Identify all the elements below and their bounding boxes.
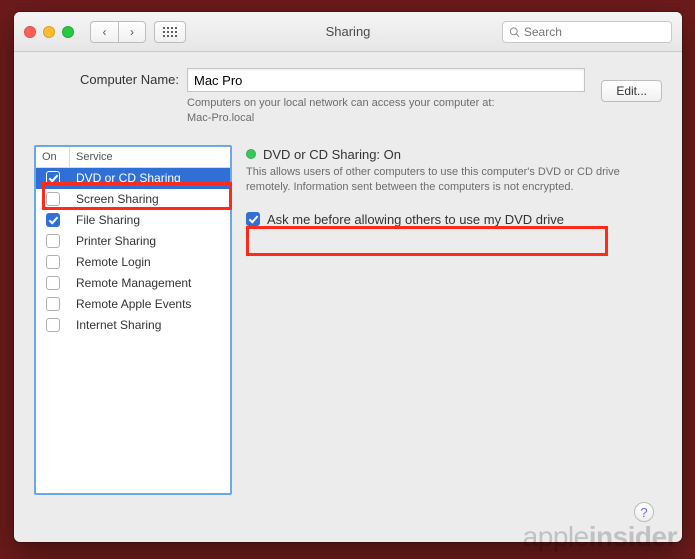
ask-before-checkbox[interactable] (246, 212, 260, 226)
status-text: DVD or CD Sharing: On (263, 147, 401, 162)
content-split: On Service DVD or CD Sharing Screen Shari… (34, 145, 662, 528)
minimize-icon[interactable] (43, 26, 55, 38)
service-row[interactable]: Printer Sharing (36, 231, 230, 252)
service-checkbox[interactable] (46, 192, 60, 206)
ask-before-label: Ask me before allowing others to use my … (267, 212, 564, 227)
service-row[interactable]: Screen Sharing (36, 189, 230, 210)
zoom-icon[interactable] (62, 26, 74, 38)
service-checkbox[interactable] (46, 318, 60, 332)
services-header: On Service (36, 147, 230, 168)
show-all-button[interactable] (154, 21, 186, 43)
grid-icon (163, 27, 177, 37)
computer-name-input[interactable] (187, 68, 585, 92)
search-icon (509, 26, 520, 38)
service-label: Screen Sharing (70, 192, 230, 206)
chevron-left-icon: ‹ (103, 25, 107, 39)
column-header-on[interactable]: On (36, 147, 70, 167)
service-checkbox[interactable] (46, 171, 60, 185)
service-label: Remote Login (70, 255, 230, 269)
service-label: Remote Apple Events (70, 297, 230, 311)
service-label: DVD or CD Sharing (70, 171, 230, 185)
service-checkbox[interactable] (46, 213, 60, 227)
service-row[interactable]: Remote Management (36, 273, 230, 294)
sharing-preferences-window: ‹ › Sharing Computer Name: Computers on … (14, 12, 682, 542)
computer-name-label: Computer Name: (34, 68, 179, 87)
chevron-right-icon: › (130, 25, 134, 39)
column-header-service[interactable]: Service (70, 147, 230, 167)
computer-name-row: Computer Name: Computers on your local n… (34, 68, 662, 127)
service-row[interactable]: Internet Sharing (36, 315, 230, 336)
edit-hostname-button[interactable]: Edit... (601, 80, 662, 102)
service-detail: DVD or CD Sharing: On This allows users … (246, 145, 662, 528)
window-body: Computer Name: Computers on your local n… (14, 52, 682, 542)
service-checkbox[interactable] (46, 255, 60, 269)
search-field[interactable] (502, 21, 672, 43)
service-label: Printer Sharing (70, 234, 230, 248)
service-description: This allows users of other computers to … (246, 165, 662, 196)
forward-button[interactable]: › (118, 21, 146, 43)
back-button[interactable]: ‹ (90, 21, 118, 43)
service-label: Internet Sharing (70, 318, 230, 332)
services-list[interactable]: On Service DVD or CD Sharing Screen Shari… (34, 145, 232, 495)
status-line: DVD or CD Sharing: On (246, 147, 662, 162)
close-icon[interactable] (24, 26, 36, 38)
service-checkbox[interactable] (46, 276, 60, 290)
help-button[interactable]: ? (634, 502, 654, 522)
service-label: Remote Management (70, 276, 230, 290)
computer-name-subtext: Computers on your local network can acce… (187, 96, 585, 127)
traffic-lights (24, 26, 74, 38)
ask-before-row: Ask me before allowing others to use my … (246, 212, 662, 227)
service-checkbox[interactable] (46, 234, 60, 248)
search-input[interactable] (524, 25, 665, 39)
service-row[interactable]: Remote Login (36, 252, 230, 273)
service-row[interactable]: DVD or CD Sharing (36, 168, 230, 189)
titlebar: ‹ › Sharing (14, 12, 682, 52)
service-row[interactable]: Remote Apple Events (36, 294, 230, 315)
status-indicator-icon (246, 149, 256, 159)
service-checkbox[interactable] (46, 297, 60, 311)
service-label: File Sharing (70, 213, 230, 227)
service-row[interactable]: File Sharing (36, 210, 230, 231)
back-forward-group: ‹ › (90, 21, 146, 43)
